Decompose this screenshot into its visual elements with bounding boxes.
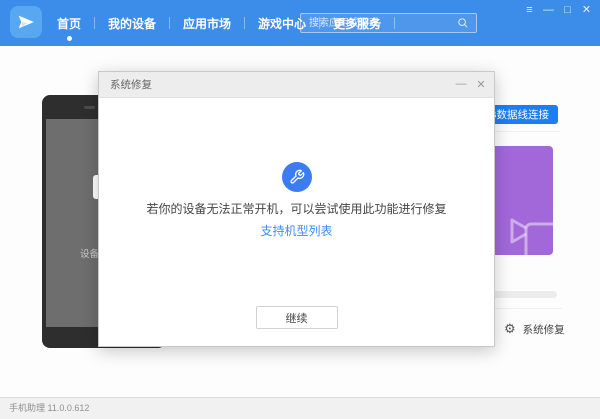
dialog-titlebar[interactable]: 系统修复 — ✕ [99,72,494,98]
system-repair-shortcut[interactable]: ⚙ 系统修复 [504,321,565,337]
system-repair-dialog: 系统修复 — ✕ 若你的设备无法正常开机，可以尝试使用此功能进行修复 支持机型列… [98,71,495,347]
version-text: 手机助理 11.0.0.612 [9,403,90,413]
dialog-close-icon[interactable]: ✕ [472,72,490,98]
nav-item-home[interactable]: 首页 [44,0,94,46]
dialog-minimize-icon[interactable]: — [452,72,470,98]
nav-label: 应用市场 [183,16,232,31]
active-dot [66,36,72,41]
window-controls: ≡ — □ ✕ [520,2,596,18]
search-icon[interactable] [457,17,469,29]
nav-item-my-devices[interactable]: 我的设备 [95,0,169,46]
maximize-icon[interactable]: □ [558,2,577,18]
continue-button[interactable]: 继续 [255,306,338,329]
repair-badge [281,162,312,192]
nav-item-app-market[interactable]: 应用市场 [170,0,244,46]
dialog-message: 若你的设备无法正常开机，可以尝试使用此功能进行修复 [146,202,447,216]
gear-icon: ⚙ [504,321,516,336]
app-window: 首页 我的设备 应用市场 游戏中心 更多服务 搜索应用或游戏 ≡ — □ ✕ B… [0,0,600,419]
phone-speaker [84,106,95,109]
search-box[interactable] [300,13,477,33]
close-icon[interactable]: ✕ [577,2,596,18]
minimize-icon[interactable]: — [539,2,558,18]
search-input[interactable] [301,15,457,31]
system-repair-label: 系统修复 [522,323,565,336]
nav-label: 游戏中心 [258,16,307,31]
nav-label: 我的设备 [108,16,157,31]
dialog-title: 系统修复 [110,79,152,91]
nav-label: 首页 [57,16,82,31]
usb-connect-label: B数据线连接 [489,109,549,121]
video-camera-icon [510,218,553,255]
header-bar: 首页 我的设备 应用市场 游戏中心 更多服务 搜索应用或游戏 ≡ — □ ✕ [0,0,600,46]
app-logo[interactable] [10,6,42,38]
menu-icon[interactable]: ≡ [520,2,539,18]
status-bar: 手机助理 11.0.0.612 [0,397,600,419]
wrench-icon [289,169,304,184]
paper-plane-icon [18,15,34,29]
supported-models-link[interactable]: 支持机型列表 [99,222,494,239]
